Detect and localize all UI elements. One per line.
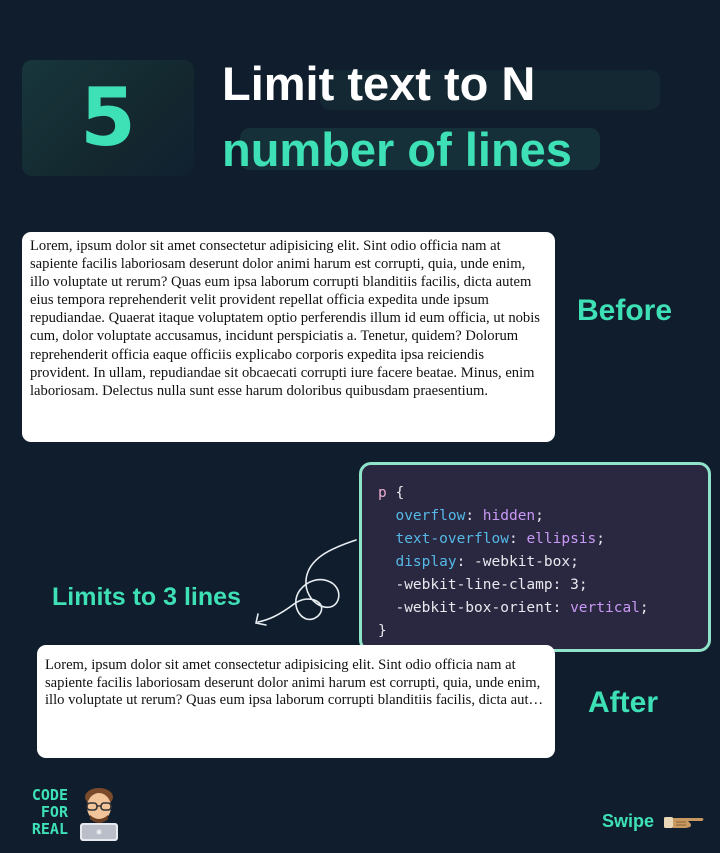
code-value: vertical xyxy=(570,600,640,616)
code-line: -webkit-line-clamp: 3; xyxy=(395,577,588,593)
page-subtitle: number of lines xyxy=(222,123,572,176)
pointing-hand-icon xyxy=(664,817,704,828)
code-property: overflow xyxy=(395,508,466,524)
brand-line: CODE xyxy=(31,786,68,804)
after-text: Lorem, ipsum dolor sit amet consectetur … xyxy=(45,657,547,708)
code-property: text-overflow xyxy=(395,531,509,547)
code-line: -webkit-box-orient: vertical; xyxy=(395,600,649,616)
code-line: text-overflow: ellipsis; xyxy=(395,531,606,547)
code-selector: p xyxy=(378,485,387,501)
code-property: display xyxy=(395,554,457,570)
swirl-arrow-icon xyxy=(255,539,357,626)
code-line: overflow: hidden; xyxy=(395,508,544,524)
before-text: Lorem, ipsum dolor sit amet consectetur … xyxy=(30,238,540,399)
developer-avatar-icon xyxy=(80,788,118,841)
code-value: 3 xyxy=(570,577,579,593)
before-label: Before xyxy=(577,294,673,327)
code-line: display: -webkit-box; xyxy=(395,554,579,570)
code-value: hidden xyxy=(482,508,536,524)
code-value: ellipsis xyxy=(526,531,597,547)
code-property: -webkit-line-clamp xyxy=(395,577,553,593)
code-line-selector: p { xyxy=(378,482,708,505)
swipe-label[interactable]: Swipe xyxy=(602,811,654,832)
code-open-brace: { xyxy=(395,485,405,501)
after-card: Lorem, ipsum dolor sit amet consectetur … xyxy=(37,645,555,758)
code-close-brace: } xyxy=(378,623,387,639)
brand-line: REAL xyxy=(31,820,68,838)
code-property: -webkit-box-orient xyxy=(395,600,553,616)
code-snippet: p { overflow: hidden; text-overflow: ell… xyxy=(359,462,711,652)
code-value: -webkit-box xyxy=(474,554,571,570)
brand-logo: CODE FOR REAL xyxy=(26,787,68,838)
page-title: Limit text to N xyxy=(222,57,536,110)
brand-line: FOR xyxy=(40,803,68,821)
after-label: After xyxy=(588,686,659,719)
tip-number: 5 xyxy=(80,71,136,164)
before-card: Lorem, ipsum dolor sit amet consectetur … xyxy=(22,232,555,442)
annotation-label: Limits to 3 lines xyxy=(52,583,241,611)
